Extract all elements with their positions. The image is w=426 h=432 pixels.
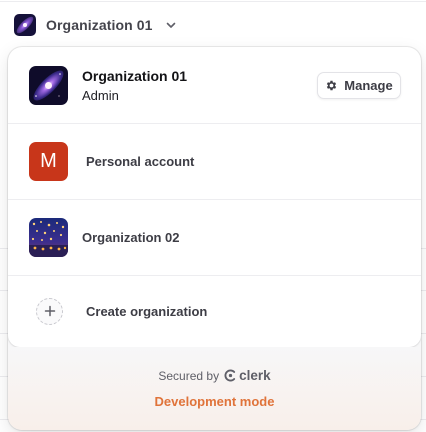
secured-by: Secured by clerk xyxy=(8,368,421,383)
organization-item[interactable]: Organization 02 xyxy=(8,199,421,275)
active-organization-role: Admin xyxy=(82,87,119,103)
chevron-down-icon xyxy=(166,22,175,28)
active-organization: Organization 01 Admin Manage xyxy=(8,63,421,107)
organization-list-card: Organization 01 Admin Manage M Personal … xyxy=(8,47,421,347)
popover-footer: Secured by clerk Development mode xyxy=(8,347,421,430)
galaxy-avatar-icon xyxy=(29,65,68,105)
personal-avatar: M xyxy=(29,141,68,181)
personal-account-label: Personal account xyxy=(86,153,195,169)
avatar-letter: M xyxy=(40,149,57,172)
plus-icon xyxy=(36,297,63,325)
secured-by-text: Secured by xyxy=(158,368,220,383)
active-organization-name: Organization 01 xyxy=(82,67,188,84)
background-divider xyxy=(0,1,426,2)
create-organization-label: Create organization xyxy=(86,303,208,319)
create-organization-button[interactable]: Create organization xyxy=(8,275,421,347)
development-mode-label: Development mode xyxy=(154,394,275,409)
clerk-logo-icon xyxy=(224,369,236,382)
lanterns-avatar-icon xyxy=(29,217,68,257)
organization-switcher-popover: Organization 01 Admin Manage M Personal … xyxy=(8,47,421,430)
organization-name: Organization 01 xyxy=(46,17,153,33)
manage-button-label: Manage xyxy=(344,78,393,93)
gear-icon xyxy=(327,80,337,91)
galaxy-avatar-icon xyxy=(14,14,36,36)
manage-button[interactable]: Manage xyxy=(317,72,401,99)
personal-account-item[interactable]: M Personal account xyxy=(8,123,421,199)
organization-item-label: Organization 02 xyxy=(82,229,180,245)
clerk-brand-text: clerk xyxy=(239,368,271,383)
clerk-logo[interactable]: clerk xyxy=(224,368,271,383)
organization-switcher-trigger[interactable]: Organization 01 xyxy=(14,12,177,38)
